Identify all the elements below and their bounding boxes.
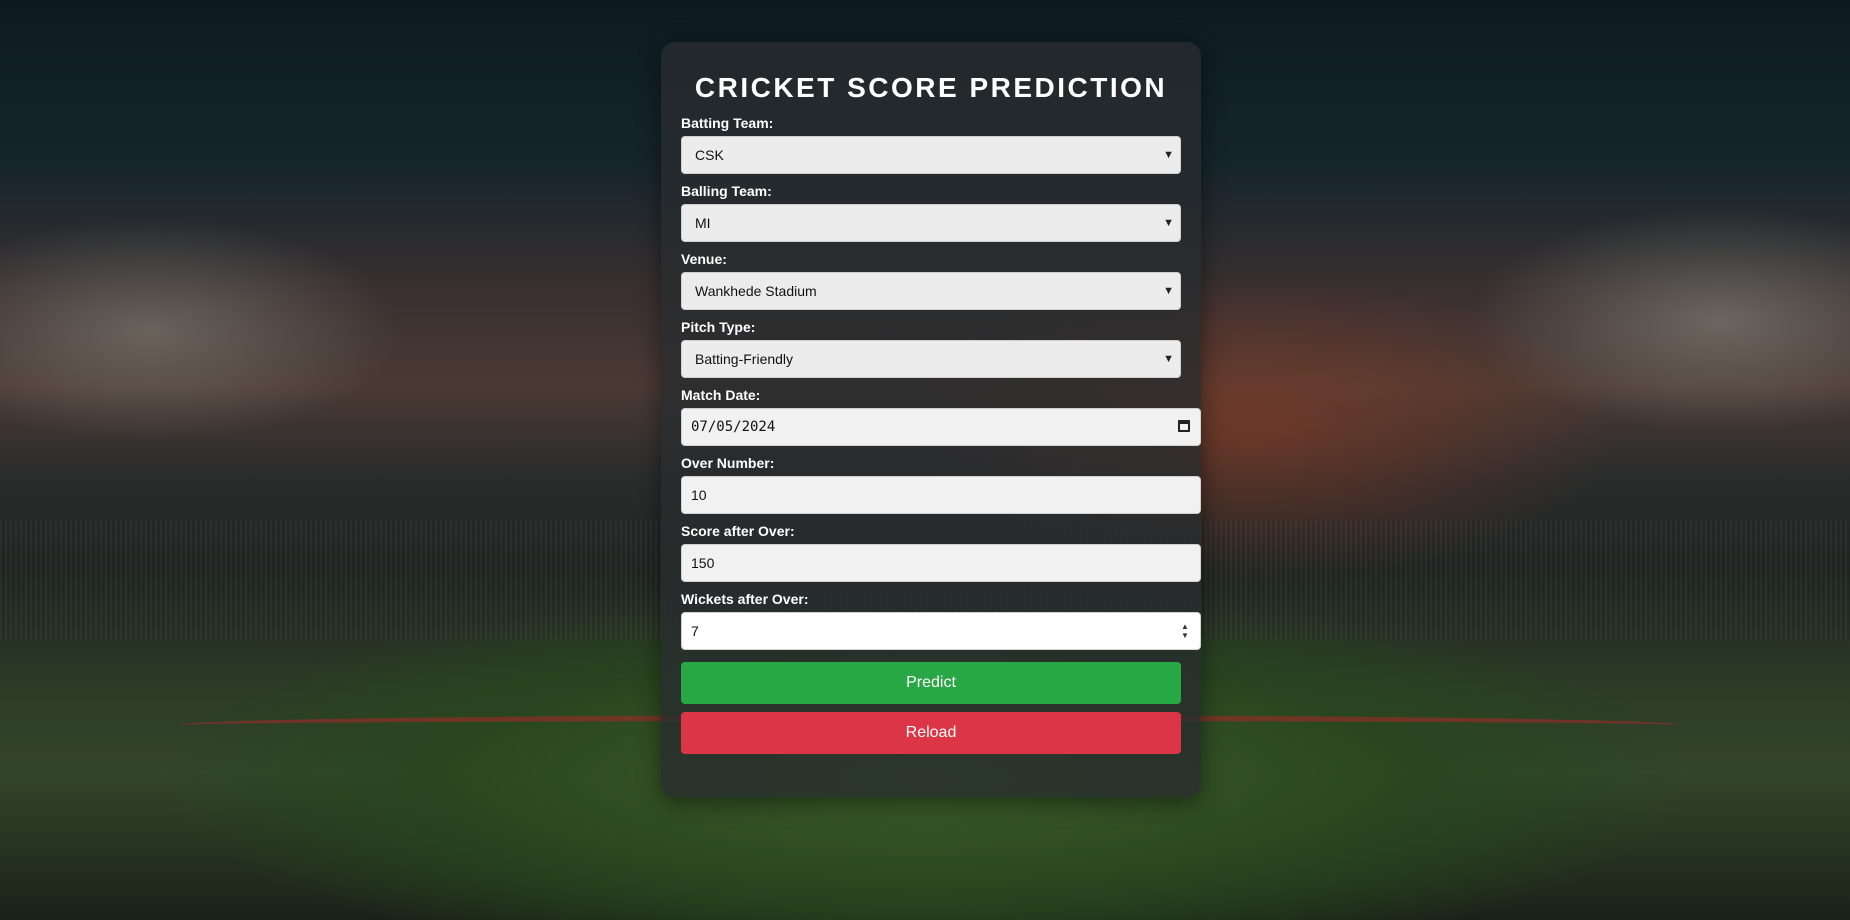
score-after-over-field: Score after Over: 150 [681,522,1201,582]
venue-select[interactable]: Wankhede Stadium ▼ [681,272,1181,310]
chevron-down-icon: ▼ [1163,285,1174,297]
chevron-down-icon: ▼ [1163,353,1174,365]
batting-team-field: Batting Team: CSK ▼ [681,114,1181,174]
venue-value: Wankhede Stadium [695,283,817,299]
wickets-after-over-label: Wickets after Over: [681,591,809,607]
batting-team-select[interactable]: CSK ▼ [681,136,1181,174]
over-number-input[interactable]: 10 [681,476,1201,514]
over-number-value: 10 [691,487,707,503]
venue-label: Venue: [681,251,727,267]
prediction-form-card: CRICKET SCORE PREDICTION Batting Team: C… [661,42,1201,797]
venue-field: Venue: Wankhede Stadium ▼ [681,250,1181,310]
match-date-value: 07/05/2024 [691,419,776,435]
match-date-input[interactable]: 07/05/2024 [681,408,1201,446]
score-after-over-label: Score after Over: [681,523,795,539]
wickets-after-over-field: Wickets after Over: 7 ▲ ▼ [681,590,1201,650]
over-number-field: Over Number: 10 [681,454,1201,514]
batting-team-label: Batting Team: [681,115,774,131]
batting-team-value: CSK [695,147,724,163]
chevron-down-icon: ▼ [1163,149,1174,161]
balling-team-value: MI [695,215,711,231]
balling-team-field: Balling Team: MI ▼ [681,182,1181,242]
reload-button[interactable]: Reload [681,712,1181,754]
over-number-label: Over Number: [681,455,775,471]
score-after-over-value: 150 [691,555,715,571]
predict-button[interactable]: Predict [681,662,1181,704]
spinner-icon[interactable]: ▲ ▼ [1180,622,1190,640]
calendar-icon[interactable] [1178,420,1190,432]
score-after-over-input[interactable]: 150 [681,544,1201,582]
pitch-type-value: Batting-Friendly [695,351,794,367]
match-date-field: Match Date: 07/05/2024 [681,386,1201,446]
balling-team-select[interactable]: MI ▼ [681,204,1181,242]
pitch-type-field: Pitch Type: Batting-Friendly ▼ [681,318,1181,378]
pitch-type-label: Pitch Type: [681,319,756,335]
wickets-after-over-value: 7 [691,623,699,639]
match-date-label: Match Date: [681,387,761,403]
balling-team-label: Balling Team: [681,183,772,199]
page-title: CRICKET SCORE PREDICTION [694,72,1168,103]
pitch-type-select[interactable]: Batting-Friendly ▼ [681,340,1181,378]
chevron-down-icon: ▼ [1163,217,1174,229]
wickets-after-over-input[interactable]: 7 ▲ ▼ [681,612,1201,650]
